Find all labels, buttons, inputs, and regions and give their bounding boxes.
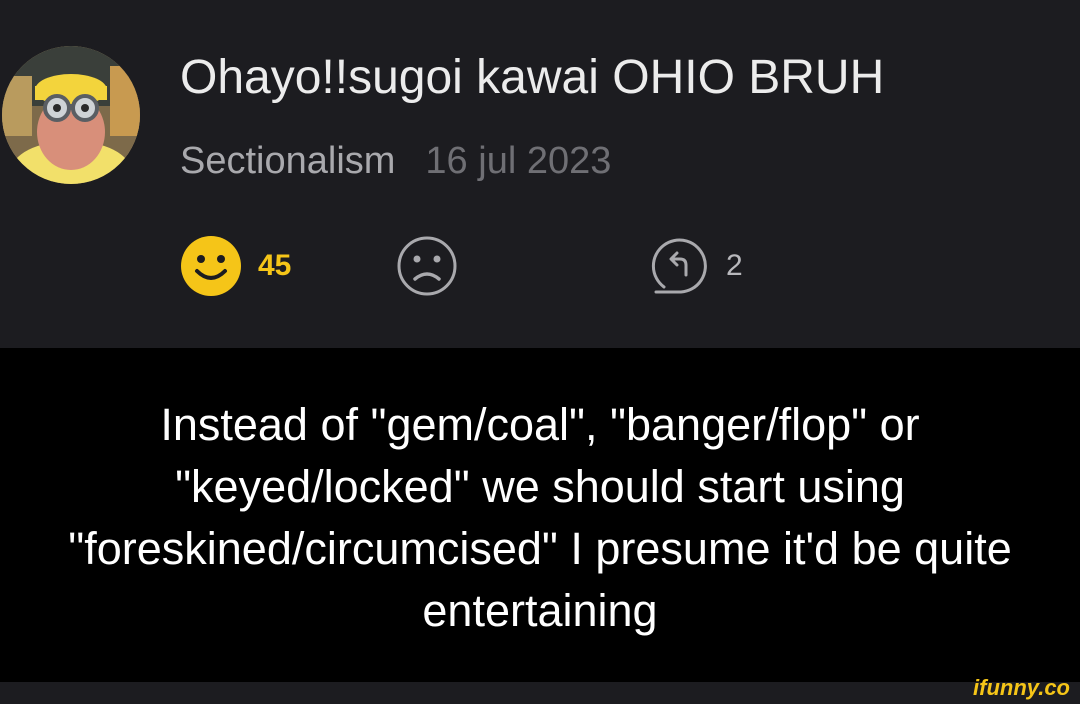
- unsmile-button[interactable]: [396, 236, 458, 296]
- smile-count: 45: [258, 249, 292, 282]
- avatar-image: [2, 46, 140, 184]
- reply-button[interactable]: 2: [650, 236, 743, 296]
- post-text: Instead of "gem/coal", "banger/flop" or …: [68, 399, 1012, 636]
- comment-date: 16 jul 2023: [425, 140, 612, 182]
- community-name[interactable]: Sectionalism: [180, 140, 395, 182]
- smile-button[interactable]: 45: [180, 236, 291, 296]
- post-content: Instead of "gem/coal", "banger/flop" or …: [0, 348, 1080, 682]
- username[interactable]: Ohayo!!sugoi kawai OHIO BRUH: [180, 48, 884, 108]
- bottom-bar: [0, 682, 1080, 704]
- watermark: ifunny.co: [973, 675, 1070, 700]
- smile-icon: [181, 236, 241, 296]
- avatar[interactable]: [2, 46, 140, 184]
- frown-icon: [397, 236, 457, 296]
- reply-icon: [651, 238, 707, 294]
- comment-header: Ohayo!!sugoi kawai OHIO BRUH Sectionalis…: [0, 0, 1080, 348]
- comment-meta: Sectionalism 16 jul 2023: [180, 138, 611, 184]
- reply-count: 2: [726, 249, 743, 282]
